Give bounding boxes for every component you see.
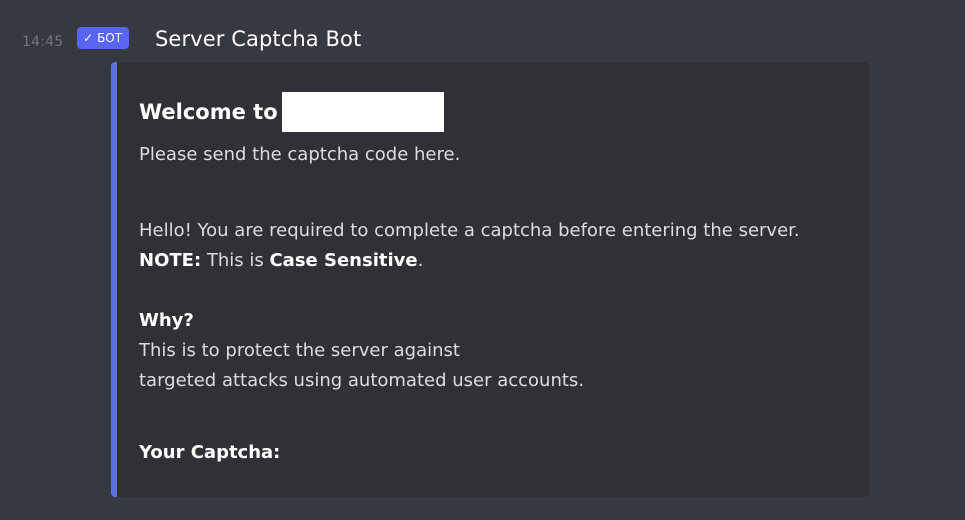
why-heading: Why?: [139, 310, 194, 331]
captcha-heading: Your Captcha:: [139, 442, 281, 463]
why-line-2: targeted attacks using automated user ac…: [139, 370, 585, 391]
note-line: NOTE: This is Case Sensitive.: [139, 250, 423, 271]
note-text-before: This is: [201, 250, 270, 271]
note-emphasis: Case Sensitive: [269, 250, 418, 271]
bot-username[interactable]: Server Captcha Bot: [155, 27, 361, 51]
note-label: NOTE:: [139, 250, 202, 271]
embed-card: Welcome to Please send the captcha code …: [111, 62, 870, 497]
why-line-1: This is to protect the server against: [139, 340, 460, 361]
intro-text: Hello! You are required to complete a ca…: [139, 220, 800, 241]
embed-accent-bar: [111, 62, 117, 497]
embed-description: Please send the captcha code here.: [139, 144, 461, 165]
embed-title-text: Welcome to: [139, 100, 278, 124]
bot-tag-label: БОТ: [97, 31, 123, 45]
chat-message: 14:45 ✓ БОТ Server Captcha Bot Welcome t…: [0, 0, 965, 520]
bot-tag: ✓ БОТ: [77, 27, 130, 49]
embed-title: Welcome to: [139, 92, 444, 132]
note-text-after: .: [417, 250, 424, 271]
message-timestamp: 14:45: [22, 34, 64, 50]
verified-check-icon: ✓: [83, 31, 94, 45]
redacted-server-name: [281, 92, 444, 132]
